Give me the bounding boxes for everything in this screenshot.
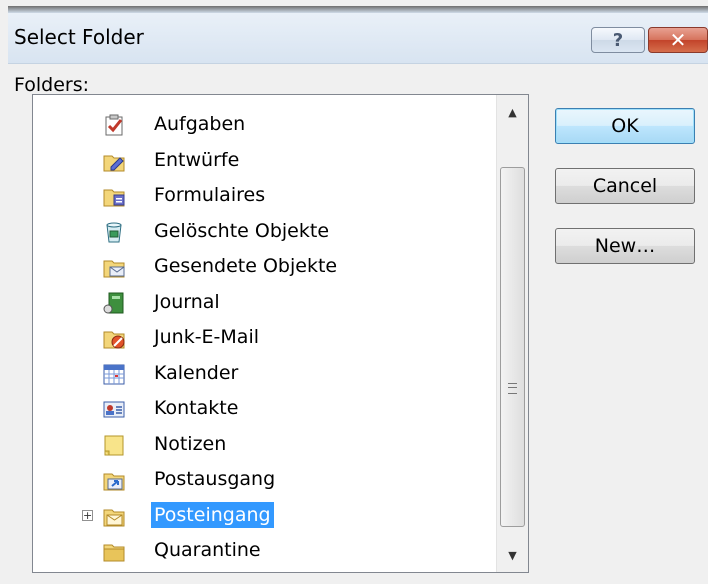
outbox-icon [103,473,125,491]
tree-item-label: Gelöschte Objekte [154,219,330,242]
sent-items-icon [103,260,125,278]
tree-item[interactable]: Quarantine [33,534,496,568]
title-bar[interactable]: Select Folder ? ✕ [8,13,708,64]
tree-item-label: Postausgang [154,468,276,490]
scroll-thumb[interactable] [500,167,525,527]
tree-item-label: Formulaires [154,184,266,206]
tree-item-label: Notizen [154,432,227,455]
tree-item-label: Quarantine [154,539,261,561]
tree-item[interactable]: Postausgang [33,463,496,497]
junk-mail-icon [103,331,125,349]
tasks-icon [105,114,123,136]
tree-item-label: Junk-E-Mail [154,326,260,348]
tree-item-label: Entwürfe [154,148,240,171]
window-frame [8,6,708,13]
notes-icon [104,435,124,455]
vertical-scrollbar[interactable]: ▲ ▼ [496,95,528,572]
tree-item-label: Aufgaben [154,113,246,135]
tree-item[interactable]: Gelöschte Objekte [33,215,496,249]
chevron-down-icon: ▼ [508,548,517,562]
new-folder-button[interactable]: New… [555,228,695,264]
ok-button[interactable]: OK [555,108,695,144]
chevron-up-icon: ▲ [508,105,517,119]
tree-item-label: Gesendete Objekte [154,255,338,277]
deleted-items-icon [106,222,122,242]
tree-item[interactable]: Journal [33,286,496,320]
scroll-down-button[interactable]: ▼ [497,538,528,572]
grip-icon [508,383,517,394]
journal-icon [103,292,124,313]
tree-item-label: Kalender [154,361,239,384]
drafts-icon [103,155,125,171]
tree-item[interactable]: Gesendete Objekte [33,250,496,284]
tree-item[interactable]: Junk-E-Mail [33,321,496,355]
tree-item[interactable]: Aufgaben [33,108,496,142]
close-button[interactable]: ✕ [648,27,708,53]
expand-icon[interactable]: + [82,509,93,521]
tree-item-label: Kontakte [154,397,239,419]
close-icon: ✕ [669,28,687,52]
tree-item[interactable]: Notizen [33,428,496,462]
forms-folder-icon [103,189,125,207]
contacts-icon [103,401,125,418]
cancel-button[interactable]: Cancel [555,168,695,204]
tree-item[interactable]: Formulaires [33,179,496,213]
select-folder-dialog: Select Folder ? ✕ Folders: Aufgaben Entwü… [0,0,708,584]
help-button[interactable]: ? [591,27,645,53]
calendar-icon [103,364,125,384]
folders-label: Folders: [14,74,90,96]
tree-item[interactable]: Entwürfe [33,144,496,178]
tree-item-label: Journal [154,290,220,313]
tree-item[interactable]: Kontakte [33,392,496,426]
scroll-up-button[interactable]: ▲ [497,95,528,129]
folder-icon [103,544,125,562]
help-icon: ? [612,29,624,51]
tree-item[interactable]: Kalender [33,357,496,391]
inbox-icon [103,509,125,526]
tree-item[interactable]: + Posteingang [33,499,496,533]
tree-item-label: Posteingang [151,501,274,528]
folder-tree[interactable]: Aufgaben Entwürfe Formulaires Gelöschte Obj… [32,94,529,573]
window-title: Select Folder [14,25,144,49]
